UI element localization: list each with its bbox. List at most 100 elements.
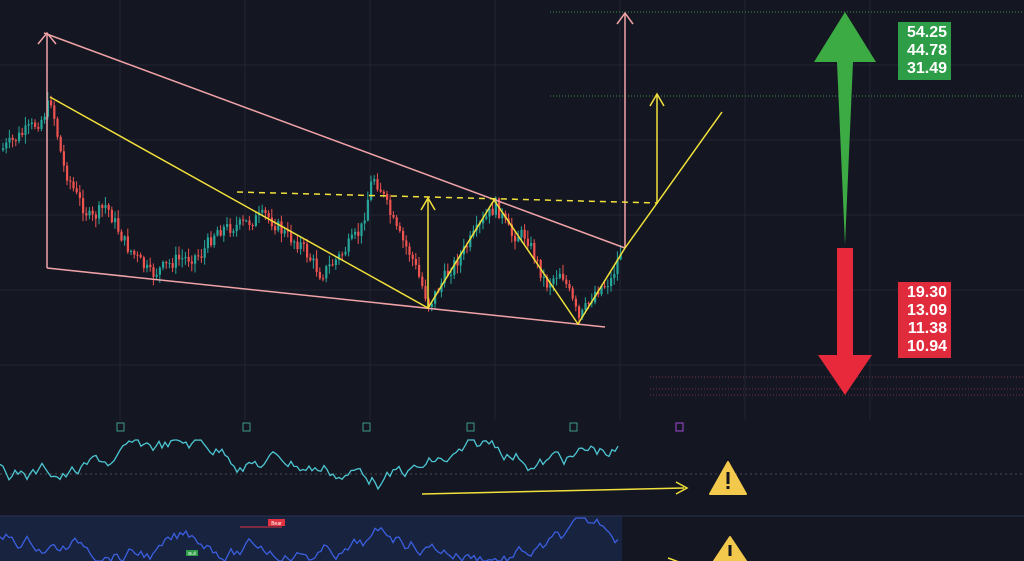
candle-body xyxy=(78,192,81,199)
candle-body xyxy=(85,213,88,216)
candle-body xyxy=(178,254,181,260)
event-marker xyxy=(242,422,251,432)
candle-body xyxy=(200,256,203,258)
candle-body xyxy=(53,105,56,119)
candle-body xyxy=(418,264,421,277)
candle-body xyxy=(62,151,65,166)
bear-label: Bear xyxy=(271,521,282,527)
warning-icon-dot xyxy=(726,486,730,489)
candle-body xyxy=(14,140,17,142)
candle-body xyxy=(267,213,270,218)
candle-body xyxy=(587,303,590,305)
candle-body xyxy=(389,199,392,215)
candle-body xyxy=(187,256,190,262)
candle-body xyxy=(155,274,158,277)
candle-body xyxy=(162,261,165,268)
candle-body xyxy=(264,209,267,214)
candle-body xyxy=(21,132,24,135)
candle-body xyxy=(536,259,539,261)
candle-body xyxy=(293,241,296,243)
candle-body xyxy=(530,242,533,247)
candle-body xyxy=(152,267,155,277)
candle-body xyxy=(190,261,193,264)
candle-body xyxy=(485,216,488,219)
candle-body xyxy=(2,148,5,150)
candle-body xyxy=(520,229,523,238)
candle-body xyxy=(552,278,555,284)
candle-body xyxy=(30,122,33,124)
candle-body xyxy=(238,219,241,225)
candle-body xyxy=(398,226,401,231)
candle-body xyxy=(402,230,405,241)
candle-body xyxy=(50,100,53,106)
candle-body xyxy=(123,236,126,241)
candle-body xyxy=(565,279,568,285)
candle-body xyxy=(325,266,328,279)
target-tag-green: 54.25 44.78 31.49 xyxy=(898,22,951,80)
candle-body xyxy=(610,277,613,287)
candle-body xyxy=(37,126,40,129)
candle-body xyxy=(315,258,318,272)
candle-body xyxy=(219,230,222,236)
candle-body xyxy=(277,221,280,231)
candle-body xyxy=(603,286,606,288)
candle-body xyxy=(5,142,8,149)
candle-body xyxy=(363,220,366,224)
candle-body xyxy=(216,230,219,236)
candle-body xyxy=(174,254,177,268)
candle-body xyxy=(405,240,408,247)
candle-body xyxy=(120,231,123,241)
candle-body xyxy=(334,259,337,265)
candle-body xyxy=(248,220,251,226)
candle-body xyxy=(312,258,315,261)
target-label: 11.38 xyxy=(907,320,947,337)
candle-body xyxy=(578,306,581,318)
candle-body xyxy=(408,246,411,255)
candle-body xyxy=(274,226,277,231)
candle-body xyxy=(318,271,321,279)
candle-body xyxy=(283,230,286,234)
candle-body xyxy=(424,286,427,299)
big-up-arrow xyxy=(814,12,876,245)
candle-body xyxy=(514,235,517,242)
candle-body xyxy=(69,180,72,182)
candle-body xyxy=(165,261,168,264)
candle-body xyxy=(210,237,213,246)
target-label: 44.78 xyxy=(906,42,947,59)
candle-body xyxy=(328,264,331,267)
target-label: 54.25 xyxy=(906,24,947,41)
candle-body xyxy=(450,274,453,276)
momentum-bg xyxy=(0,516,622,561)
candle-body xyxy=(261,209,264,213)
candle-body xyxy=(88,210,91,216)
candle-body xyxy=(114,218,117,223)
overlay xyxy=(37,11,876,432)
candle-body xyxy=(613,273,616,278)
candle-body xyxy=(229,224,232,233)
candle-body xyxy=(139,254,142,258)
candle-body xyxy=(523,229,526,239)
candle-body xyxy=(414,258,417,265)
candle-body xyxy=(568,284,571,289)
divergence-line xyxy=(421,487,685,495)
candle-body xyxy=(146,264,149,269)
candle-body xyxy=(254,215,257,226)
candle-body xyxy=(366,199,369,221)
candle-body xyxy=(181,258,184,260)
candle-body xyxy=(245,220,248,222)
event-marker xyxy=(116,422,125,432)
chart-canvas: Bear Bull xyxy=(0,0,1024,561)
candle-body xyxy=(392,214,395,218)
candle-body xyxy=(235,224,238,232)
candle-body xyxy=(296,241,299,250)
candle-body xyxy=(56,118,59,137)
candle-body xyxy=(203,248,206,258)
event-marker xyxy=(466,422,475,432)
candle-body xyxy=(149,264,152,268)
candle-body xyxy=(133,250,136,255)
candle-body xyxy=(251,225,254,227)
candle-body xyxy=(94,214,97,219)
candle-body xyxy=(574,298,577,307)
candles xyxy=(2,92,622,325)
candle-body xyxy=(542,276,545,278)
